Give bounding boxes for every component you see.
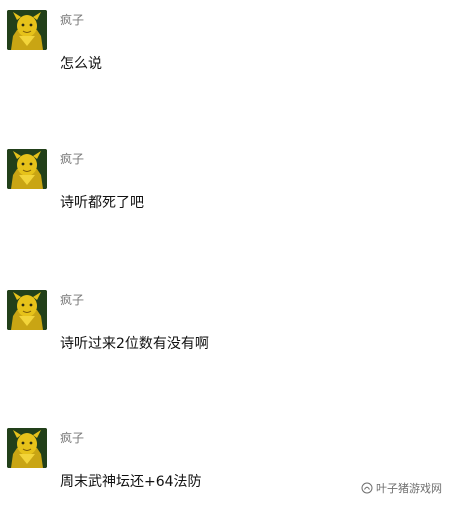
sender-name: 疯子 xyxy=(60,431,85,445)
avatar[interactable] xyxy=(7,10,47,50)
yellow-character-avatar-icon xyxy=(7,428,47,468)
chat-message: 疯子 怎么说 xyxy=(0,8,450,78)
avatar[interactable] xyxy=(7,149,47,189)
yellow-character-avatar-icon xyxy=(7,149,47,189)
toutiao-logo-icon xyxy=(361,482,373,494)
chat-log: 疯子 怎么说 疯子 诗听都死了吧 疯子 诗听过来2位数有没有啊 疯子 周末武神坛… xyxy=(0,0,450,506)
avatar[interactable] xyxy=(7,428,47,468)
watermark-text: 叶子猪游戏网 xyxy=(376,482,442,495)
sender-name: 疯子 xyxy=(60,13,85,27)
yellow-character-avatar-icon xyxy=(7,10,47,50)
avatar[interactable] xyxy=(7,290,47,330)
message-text: 周末武神坛还+64法防 xyxy=(60,474,202,490)
sender-name: 疯子 xyxy=(60,293,85,307)
watermark: 叶子猪游戏网 xyxy=(361,480,442,496)
message-text: 诗听都死了吧 xyxy=(60,195,144,211)
yellow-character-avatar-icon xyxy=(7,290,47,330)
message-text: 诗听过来2位数有没有啊 xyxy=(60,336,209,352)
sender-name: 疯子 xyxy=(60,152,85,166)
chat-message: 疯子 诗听都死了吧 xyxy=(0,147,450,217)
chat-message: 疯子 诗听过来2位数有没有啊 xyxy=(0,288,450,358)
message-text: 怎么说 xyxy=(60,56,102,72)
